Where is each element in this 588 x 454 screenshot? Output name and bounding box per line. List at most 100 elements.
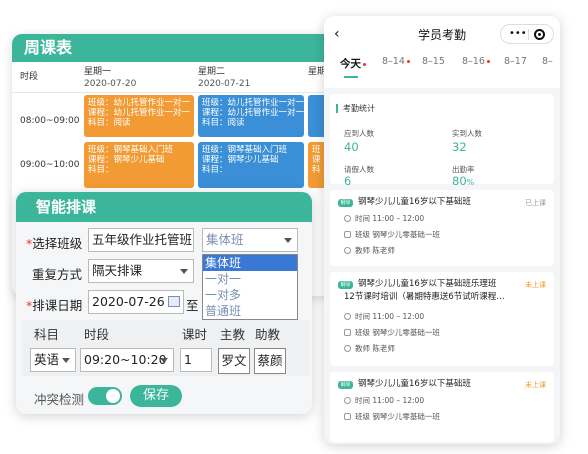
lesson-teacher: 教师 陈老师 — [344, 246, 395, 256]
dropdown-option[interactable]: 一对一 — [203, 271, 297, 287]
lesson-class: 班级 钢琴少儿零基础一班 — [344, 230, 440, 240]
date-label-text: 排课日期 — [32, 298, 83, 313]
course-subject: 科目：阅读 — [88, 118, 131, 128]
repeat-select[interactable]: 隔天排课 — [88, 259, 194, 283]
slot-label: 09:00~10:00 — [20, 160, 80, 170]
clock-icon — [344, 313, 351, 320]
person-icon — [344, 345, 351, 352]
tab-label: 8–16 — [462, 56, 485, 67]
lesson-title: 钢琴少儿儿童16岁以下基础班 — [358, 379, 471, 389]
col-assistant: 助教 — [255, 327, 281, 342]
course-class: 班级：钢琴基础入门班 — [202, 145, 288, 155]
course-class: 班级：幼儿托管作业一对一 — [202, 98, 304, 108]
lesson-title: 钢琴少儿儿童16岁以下基础班乐理班 — [358, 279, 497, 289]
class-icon — [344, 413, 351, 420]
dropdown-option[interactable]: 集体班 — [203, 255, 297, 271]
lesson-time-text: 时间 11:00 – 12:00 — [355, 312, 425, 321]
conflict-toggle[interactable] — [88, 387, 122, 405]
course-block[interactable]: 班级：幼儿托管作业一对一 课程：幼儿托管作业一对一 科目：阅读 — [84, 95, 194, 137]
day-date: 2020-07-21 — [198, 79, 251, 89]
tab-today[interactable]: 今天 — [340, 56, 366, 71]
lesson-time-text: 时间 11:00 – 12:00 — [355, 396, 425, 405]
class-type-value: 集体班 — [206, 232, 244, 247]
clock-icon — [344, 215, 351, 222]
col-teacher: 主教 — [220, 327, 246, 342]
lesson-class-text: 班级 钢琴少儿零基础一班 — [355, 230, 440, 239]
weekly-column-headers: 时段 星期一 2020-07-20 星期二 2020-07-21 星期 — [12, 62, 342, 92]
tab-date[interactable]: 8–16 — [462, 56, 490, 67]
hours-input[interactable]: 1 — [180, 348, 212, 372]
subject-select[interactable]: 英语 — [30, 348, 76, 372]
course-block[interactable]: 班级：钢琴基础入门班 课程：钢琴少儿基础 科目： — [198, 142, 304, 188]
save-button[interactable]: 保存 — [130, 385, 182, 407]
time-select[interactable]: 09:20~10:20 — [80, 348, 174, 372]
chevron-down-icon — [160, 358, 168, 363]
tab-date[interactable]: 8–14 — [382, 56, 410, 67]
course-course: 课程：幼儿托管作业一对一 — [202, 108, 304, 118]
toggle-knob — [106, 389, 120, 403]
teacher-button[interactable]: 罗文 — [218, 348, 250, 374]
date-value: 2020-07-26 — [92, 294, 165, 309]
lesson-teacher-text: 教师 陈老师 — [355, 344, 395, 353]
slot-label: 08:00~09:00 — [20, 116, 80, 126]
course-course: 课程：钢琴少儿基础 — [88, 155, 165, 165]
chevron-down-icon — [284, 238, 292, 243]
lesson-title-line2: 12节课时培训（暑期特惠送6节试听课程… — [344, 292, 505, 302]
tab-date[interactable]: 8–15 — [422, 56, 445, 67]
assistant-button[interactable]: 蔡颜 — [254, 348, 286, 374]
lesson-class: 班级 钢琴少儿零基础一班 — [344, 412, 440, 422]
lesson-time: 时间 11:00 – 12:00 — [344, 214, 424, 224]
tab-date[interactable]: 8–17 — [504, 56, 527, 67]
repeat-value: 隔天排课 — [92, 263, 143, 278]
course-course: 课程：幼儿托管作业一对一 — [88, 108, 191, 118]
day-header-mon: 星期一 2020-07-20 — [84, 66, 136, 90]
lesson-time: 时间 11:00 – 12:00 — [344, 312, 424, 322]
time-header: 时段 — [20, 72, 39, 82]
class-icon — [344, 231, 351, 238]
course-course: 课程：钢琴少儿基础 — [202, 155, 279, 165]
date-input[interactable]: 2020-07-26 — [88, 290, 184, 314]
more-icon[interactable]: ••• — [509, 28, 527, 40]
class-label: *选择班级 — [26, 233, 82, 252]
tab-label: 8– — [542, 56, 553, 67]
lesson-card[interactable]: 钢琴 钢琴少儿儿童16岁以下基础班 已上课 时间 11:00 – 12:00 班… — [330, 190, 554, 266]
calendar-icon[interactable] — [168, 296, 180, 307]
tab-date[interactable]: 8– — [542, 56, 553, 67]
course-class: 班级：幼儿托管作业一对一 — [88, 98, 191, 108]
dropdown-option[interactable]: 一对多 — [203, 287, 297, 303]
expected-label: 应到人数 — [344, 129, 374, 138]
class-type-select[interactable]: 集体班 — [202, 228, 298, 252]
active-tab-underline — [344, 76, 358, 78]
col-subject: 科目 — [34, 327, 60, 342]
rate-unit: % — [466, 178, 475, 187]
lesson-card[interactable]: 钢琴 钢琴少儿儿童16岁以下基础班 未上课 时间 11:00 – 12:00 班… — [330, 372, 554, 442]
class-type-dropdown[interactable]: 集体班 一对一 一对多 普通班 — [202, 254, 298, 320]
course-class: 班级：钢琴基础入门班 — [88, 145, 174, 155]
dropdown-option[interactable]: 普通班 — [203, 303, 297, 319]
capsule-divider — [528, 29, 529, 40]
divider — [12, 92, 342, 93]
class-input[interactable]: 五年级作业托管班 — [88, 228, 194, 252]
course-block[interactable]: 班级：幼儿托管作业一对一 课程：幼儿托管作业一对一 科目：阅读 — [198, 95, 304, 137]
close-target-icon[interactable] — [534, 29, 545, 40]
day-header-tue: 星期二 2020-07-21 — [198, 66, 250, 90]
tab-label: 今天 — [340, 58, 361, 70]
course-subject: 科目： — [202, 165, 228, 175]
course-subject: 科目：阅读 — [202, 118, 245, 128]
lesson-card[interactable]: 钢琴 钢琴少儿儿童16岁以下基础班乐理班 12节课时培训（暑期特惠送6节试听课程… — [330, 272, 554, 366]
course-subject: 科目： — [88, 165, 114, 175]
chevron-down-icon — [62, 358, 70, 363]
class-icon — [344, 329, 351, 336]
rate-value: 80% — [452, 174, 474, 188]
phone-header: ‹ 学员考勤 ••• 今天 8–14 8–15 8–16 8–17 8– — [324, 16, 560, 88]
lesson-title: 钢琴少儿儿童16岁以下基础班 — [358, 197, 471, 207]
leave-value: 6 — [344, 174, 352, 188]
course-badge: 钢琴 — [338, 199, 353, 207]
time-value: 09:20~10:20 — [84, 352, 167, 367]
mini-program-capsule: ••• — [500, 24, 554, 44]
attendance-phone: ‹ 学员考勤 ••• 今天 8–14 8–15 8–16 8–17 8– 考勤统… — [324, 16, 560, 444]
tab-label: 8–17 — [504, 56, 527, 67]
course-block[interactable]: 班级：钢琴基础入门班 课程：钢琴少儿基础 科目： — [84, 142, 194, 188]
day-date: 2020-07-20 — [84, 79, 137, 89]
lesson-teacher: 教师 陈老师 — [344, 344, 395, 354]
